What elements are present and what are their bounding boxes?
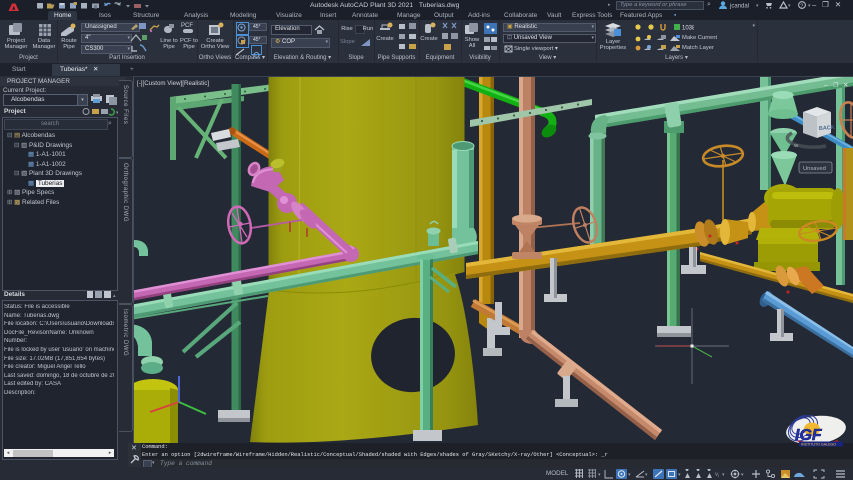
svg-text:▾: ▾ bbox=[741, 472, 744, 478]
svg-text:jcandal: jcandal bbox=[729, 4, 749, 10]
svg-text:▾: ▾ bbox=[598, 472, 601, 478]
svg-text:INSTITUTO GALEGO: INSTITUTO GALEGO bbox=[801, 443, 836, 447]
svg-text:–: – bbox=[824, 82, 828, 89]
svg-text:▾: ▾ bbox=[116, 110, 118, 116]
svg-text:[-][Custom View][Realistic]: [-][Custom View][Realistic] bbox=[137, 80, 209, 87]
svg-text:▾: ▾ bbox=[645, 472, 648, 478]
svg-text:✕: ✕ bbox=[843, 82, 848, 89]
svg-text:▾: ▾ bbox=[628, 472, 631, 478]
svg-text:▾: ▾ bbox=[788, 3, 791, 9]
svg-text:BACK: BACK bbox=[819, 125, 835, 132]
svg-text:PCF: PCF bbox=[181, 23, 193, 29]
svg-text:▾: ▾ bbox=[678, 472, 681, 478]
svg-text:Unsaved: Unsaved bbox=[803, 166, 826, 172]
svg-text:▾: ▾ bbox=[722, 472, 725, 478]
svg-text:❐: ❐ bbox=[833, 82, 839, 89]
svg-text:▾: ▾ bbox=[756, 3, 759, 9]
svg-text:?: ? bbox=[800, 3, 803, 9]
svg-text:▾: ▾ bbox=[808, 3, 811, 9]
svg-text:▴: ▴ bbox=[113, 293, 116, 299]
svg-text:⅟₁: ⅟₁ bbox=[715, 472, 720, 477]
